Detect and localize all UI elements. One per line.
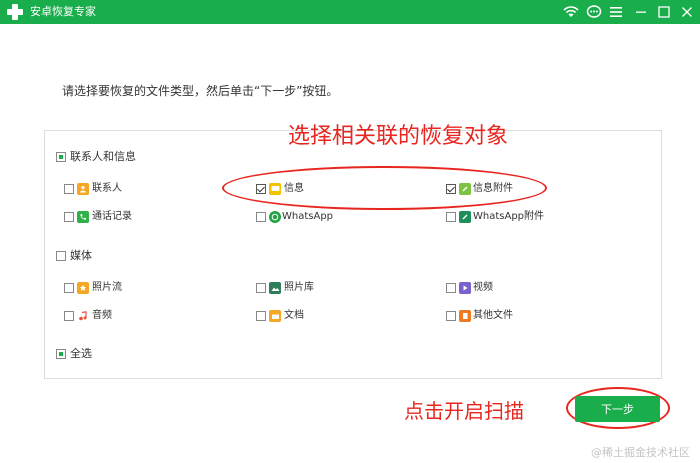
whatsapp-attachments-checkbox[interactable] xyxy=(446,212,456,222)
annotation-top-text: 选择相关联的恢复对象 xyxy=(288,124,509,149)
photo-library-icon xyxy=(269,282,281,294)
whatsapp-attachment-icon xyxy=(459,211,471,223)
app-logo-icon xyxy=(6,3,24,21)
photo-stream-icon-shape xyxy=(79,284,87,291)
whatsapp-attachment-icon-shape xyxy=(462,214,468,220)
folder-icon xyxy=(269,310,281,322)
phone-icon xyxy=(77,211,89,223)
group-contacts-label: 联系人和信息 xyxy=(70,150,136,163)
menu-icon[interactable] xyxy=(608,4,624,20)
select-all-label: 全选 xyxy=(70,347,92,360)
photo-library-icon-shape xyxy=(271,287,279,291)
video-label: 视频 xyxy=(473,282,493,293)
chat-icon[interactable] xyxy=(586,4,602,20)
documents-label: 文档 xyxy=(284,310,304,321)
whatsapp-icon xyxy=(269,211,281,223)
video-checkbox[interactable] xyxy=(446,283,456,293)
phone-icon-shape xyxy=(80,214,86,220)
menu-icon-shape xyxy=(610,7,622,17)
contact-card-icon-shape xyxy=(80,186,86,193)
contacts-checkbox[interactable] xyxy=(64,184,74,194)
other-files-label: 其他文件 xyxy=(473,310,513,321)
photo-stream-checkbox[interactable] xyxy=(64,283,74,293)
video-icon xyxy=(459,282,471,294)
group-media-label: 媒体 xyxy=(70,249,92,262)
photo-stream-label: 照片流 xyxy=(92,282,122,293)
video-icon-shape xyxy=(463,285,468,291)
minimize-icon[interactable] xyxy=(633,4,649,20)
whatsapp-checkbox[interactable] xyxy=(256,212,266,222)
instruction-text: 请选择要恢复的文件类型，然后单击“下一步”按钮。 xyxy=(62,84,339,98)
music-icon-shape xyxy=(79,311,87,321)
contacts-label: 联系人 xyxy=(92,183,122,194)
whatsapp-label: WhatsApp xyxy=(282,211,334,222)
select-all-checkbox[interactable] xyxy=(56,349,66,359)
audio-label: 音频 xyxy=(92,310,112,321)
music-icon xyxy=(77,310,89,322)
watermark: @稀土掘金技术社区 xyxy=(591,446,690,459)
title-bar: 安卓恢复专家 xyxy=(0,0,700,24)
whatsapp-icon-shape xyxy=(271,213,279,221)
annotation-bottom-text: 点击开启扫描 xyxy=(404,399,524,423)
app-title: 安卓恢复专家 xyxy=(30,5,96,18)
close-icon[interactable] xyxy=(679,4,695,20)
maximize-icon-shape xyxy=(658,6,670,18)
group-media-checkbox[interactable] xyxy=(56,251,66,261)
wifi-icon[interactable] xyxy=(563,4,579,20)
audio-checkbox[interactable] xyxy=(64,311,74,321)
contact-card-icon xyxy=(77,183,89,195)
call-log-label: 通话记录 xyxy=(92,211,132,222)
group-contacts-checkbox[interactable] xyxy=(56,152,66,162)
documents-checkbox[interactable] xyxy=(256,311,266,321)
file-icon xyxy=(459,310,471,322)
other-files-checkbox[interactable] xyxy=(446,311,456,321)
photo-library-checkbox[interactable] xyxy=(256,283,266,293)
annotation-ellipse-top xyxy=(222,166,547,210)
whatsapp-attachments-label: WhatsApp附件 xyxy=(473,211,545,222)
wifi-icon-shape xyxy=(563,6,579,17)
folder-icon-shape xyxy=(271,314,279,319)
close-icon-shape xyxy=(682,7,692,17)
minimize-icon-shape xyxy=(636,11,646,13)
file-icon-shape xyxy=(463,313,468,319)
chat-icon-shape xyxy=(586,5,602,18)
maximize-icon[interactable] xyxy=(656,4,672,20)
photo-library-label: 照片库 xyxy=(284,282,314,293)
call-log-checkbox[interactable] xyxy=(64,212,74,222)
photo-stream-icon xyxy=(77,282,89,294)
next-button[interactable]: 下一步 xyxy=(575,396,660,422)
